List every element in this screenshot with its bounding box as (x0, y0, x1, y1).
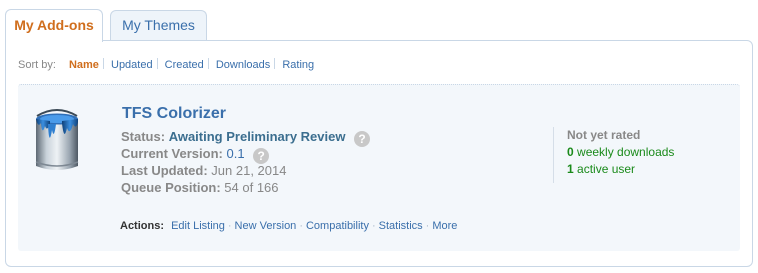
addons-panel: Sort by: Name Updated Created Downloads … (5, 40, 753, 267)
updated-row: Last Updated: Jun 21, 2014 (121, 162, 370, 179)
addon-stats: Not yet rated 0 weekly downloads 1 activ… (553, 127, 674, 183)
weekly-downloads: 0 weekly downloads (567, 144, 674, 161)
sort-separator (102, 58, 104, 69)
active-users: 1 active user (567, 161, 674, 178)
version-row: Current Version: 0.1 ? (121, 145, 370, 164)
updated-label: Last Updated: (121, 163, 208, 178)
queue-value: 54 of 166 (224, 180, 279, 195)
sort-label: Sort by: (18, 59, 56, 71)
rating-text: Not yet rated (567, 128, 641, 142)
sort-option-rating[interactable]: Rating (278, 59, 318, 71)
new-version-link[interactable]: New Version (235, 220, 297, 232)
help-icon[interactable]: ? (354, 131, 371, 147)
active-users-count: 1 (567, 162, 574, 176)
sort-option-name[interactable]: Name (65, 59, 103, 71)
sort-option-downloads[interactable]: Downloads (212, 59, 274, 71)
action-separator: · (299, 220, 303, 232)
queue-row: Queue Position: 54 of 166 (121, 179, 370, 196)
queue-label: Queue Position: (121, 180, 221, 195)
updated-value: Jun 21, 2014 (211, 163, 287, 178)
action-separator: · (227, 220, 232, 232)
statistics-link[interactable]: Statistics (379, 220, 423, 232)
tab-my-themes[interactable]: My Themes (110, 10, 207, 40)
weekly-downloads-count: 0 (567, 145, 574, 159)
more-link[interactable]: More (432, 220, 457, 232)
actions-label: Actions: (120, 220, 164, 232)
sort-option-created[interactable]: Created (161, 59, 208, 71)
compatibility-link[interactable]: Compatibility (306, 220, 369, 232)
edit-listing-link[interactable]: Edit Listing (171, 220, 225, 232)
active-users-label: active user (577, 162, 636, 176)
addon-meta: Status: Awaiting Preliminary Review ? Cu… (121, 128, 371, 196)
action-separator: · (425, 220, 430, 232)
status-label: Status: (121, 129, 166, 144)
sort-separator (274, 58, 276, 69)
status-value: Awaiting Preliminary Review (168, 129, 346, 144)
version-label: Current Version: (121, 146, 223, 161)
tab-my-addons[interactable]: My Add-ons (5, 9, 103, 42)
sort-separator (156, 58, 158, 69)
sort-bar: Sort by: Name Updated Created Downloads … (18, 58, 318, 71)
addon-title-link[interactable]: TFS Colorizer (122, 105, 226, 123)
weekly-downloads-label: weekly downloads (577, 145, 675, 159)
addon-item: TFS Colorizer Status: Awaiting Prelimina… (18, 84, 740, 251)
action-separator: · (371, 220, 376, 232)
actions-bar: Actions: Edit Listing · New Version · Compat… (120, 220, 457, 232)
version-link[interactable]: 0.1 (226, 146, 244, 161)
sort-option-updated[interactable]: Updated (107, 59, 157, 71)
status-row: Status: Awaiting Preliminary Review ? (121, 128, 371, 147)
paint-can-icon (35, 109, 79, 170)
tab-bar: My Add-ons My Themes (5, 9, 755, 42)
sort-separator (207, 58, 209, 69)
